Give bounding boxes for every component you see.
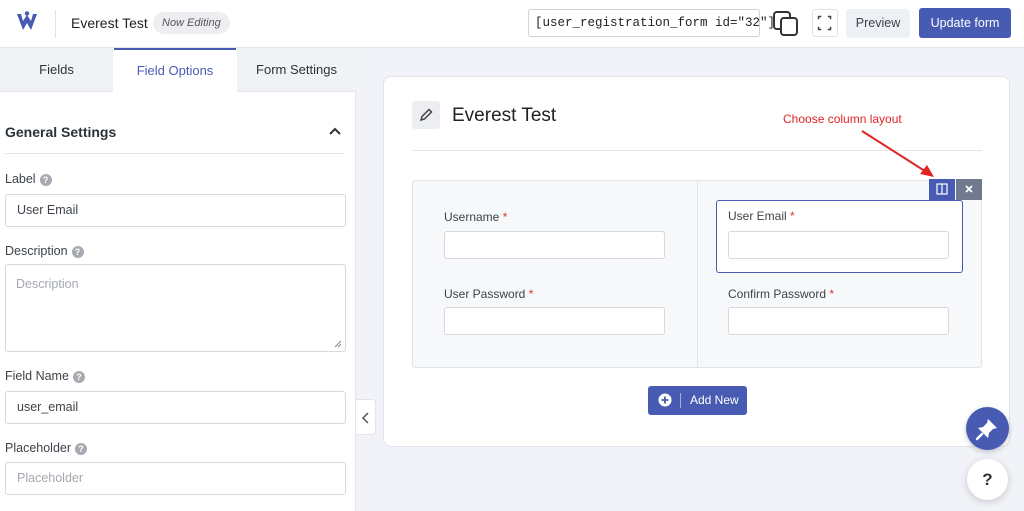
field-options-panel: Fields Field Options Form Settings Gener… (0, 48, 356, 511)
pin-button[interactable] (966, 407, 1009, 450)
description-textarea[interactable]: Description (5, 264, 346, 352)
form-builder-card: Everest Test Choose column layout Userna… (383, 76, 1010, 447)
required-mark: * (790, 209, 795, 223)
fullscreen-button[interactable] (812, 9, 838, 37)
form-row[interactable]: Username * User Email * User Password * … (412, 179, 982, 368)
pin-icon (975, 419, 997, 441)
copy-icon[interactable] (770, 8, 802, 38)
help-button[interactable]: ? (967, 459, 1008, 500)
tab-form-settings[interactable]: Form Settings (237, 48, 356, 92)
field-name-title: Field Name (5, 369, 69, 383)
collapse-panel-button[interactable] (356, 399, 376, 435)
field-name-field-label: Field Name? (5, 369, 85, 383)
update-form-button[interactable]: Update form (919, 8, 1011, 38)
user-password-input[interactable] (444, 307, 665, 335)
row-toolbar (929, 179, 982, 200)
username-label: Username * (444, 210, 507, 224)
help-icon[interactable]: ? (72, 371, 85, 383)
panel-tabs: Fields Field Options Form Settings (0, 48, 356, 92)
header-divider (55, 10, 56, 38)
shortcode-field[interactable]: [user_registration_form id="32"] (528, 9, 775, 37)
user-registration-logo-icon[interactable] (14, 10, 40, 36)
section-title: General Settings (5, 124, 117, 140)
pencil-icon (419, 108, 433, 122)
confirm-password-input[interactable] (728, 307, 949, 335)
close-icon (965, 185, 973, 193)
user-password-label: User Password * (444, 287, 533, 301)
placeholder-field-label: Placeholder? (5, 441, 88, 455)
label-input[interactable]: User Email (5, 194, 346, 227)
description-title: Description (5, 244, 68, 258)
column-divider (697, 181, 698, 367)
column-layout-icon (936, 183, 948, 195)
user-password-label-text: User Password (444, 287, 526, 301)
general-settings-header[interactable]: General Settings (5, 122, 345, 154)
top-bar: Everest Test Now Editing [user_registrat… (0, 0, 1024, 48)
confirm-password-label-text: Confirm Password (728, 287, 827, 301)
required-mark: * (829, 287, 835, 301)
user-email-label-text: User Email (728, 209, 787, 223)
status-badge: Now Editing (153, 12, 230, 34)
username-input[interactable] (444, 231, 665, 259)
chevron-up-icon[interactable] (328, 124, 342, 138)
add-new-label: Add New (690, 393, 739, 407)
resize-handle-icon[interactable] (334, 340, 342, 348)
username-label-text: Username (444, 210, 500, 224)
annotation-text: Choose column layout (783, 112, 902, 126)
description-field-label: Description? (5, 244, 84, 258)
label-field-label: Label? (5, 172, 52, 186)
required-mark: * (528, 287, 534, 301)
column-layout-button[interactable] (929, 179, 955, 200)
field-name-input[interactable]: user_email (5, 391, 346, 424)
label-title: Label (5, 172, 36, 186)
placeholder-input[interactable]: Placeholder (5, 462, 346, 495)
form-title: Everest Test (71, 15, 148, 31)
user-email-label: User Email * (728, 209, 795, 223)
help-icon[interactable]: ? (39, 174, 52, 186)
edit-title-button[interactable] (412, 101, 440, 129)
required-mark: * (502, 210, 508, 224)
user-email-input[interactable] (728, 231, 949, 259)
add-new-button[interactable]: Add New (648, 386, 747, 415)
plus-circle-icon (658, 393, 672, 407)
fullscreen-icon (817, 15, 832, 31)
tab-field-options[interactable]: Field Options (114, 48, 236, 92)
remove-row-button[interactable] (956, 179, 982, 200)
chevron-left-icon (361, 412, 369, 424)
help-icon[interactable]: ? (75, 443, 88, 455)
form-title-heading: Everest Test (452, 105, 557, 126)
annotation-arrow-icon (861, 130, 934, 177)
preview-button[interactable]: Preview (846, 9, 910, 38)
description-placeholder: Description (16, 277, 79, 291)
confirm-password-label: Confirm Password * (728, 287, 834, 301)
placeholder-title: Placeholder (5, 441, 72, 455)
help-icon[interactable]: ? (71, 246, 84, 258)
button-separator (680, 393, 681, 408)
tab-fields[interactable]: Fields (0, 48, 113, 92)
